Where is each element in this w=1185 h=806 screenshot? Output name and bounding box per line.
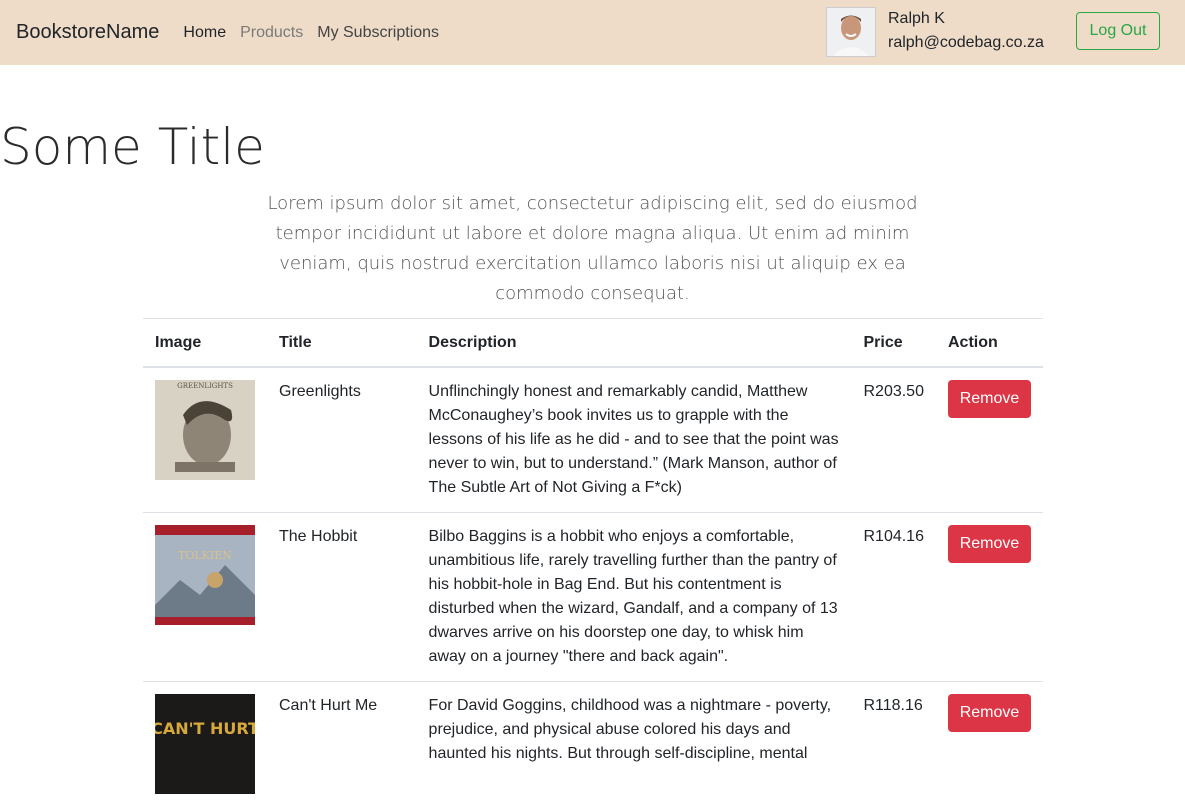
book-description: For David Goggins, childhood was a night… bbox=[417, 682, 852, 806]
svg-text:GREENLIGHTS: GREENLIGHTS bbox=[177, 382, 233, 390]
remove-button[interactable]: Remove bbox=[948, 380, 1031, 418]
subscriptions-table: Image Title Description Price Action bbox=[143, 318, 1043, 806]
book-cover-cant-hurt-me: CAN'T HURT bbox=[155, 694, 255, 794]
nav-my-subscriptions[interactable]: My Subscriptions bbox=[317, 24, 439, 42]
nav-home[interactable]: Home bbox=[183, 24, 226, 42]
book-title: The Hobbit bbox=[267, 513, 417, 682]
header-title: Title bbox=[267, 319, 417, 368]
user-profile: Ralph K ralph@codebag.co.za bbox=[826, 7, 1044, 57]
avatar bbox=[826, 7, 876, 57]
table-row: TOLKIEN The Hobbit Bilbo Baggins is a ho… bbox=[143, 513, 1043, 682]
user-name: Ralph K bbox=[888, 7, 1044, 31]
table-row: CAN'T HURT Can't Hurt Me For David Goggi… bbox=[143, 682, 1043, 806]
book-price: R104.16 bbox=[851, 513, 936, 682]
brand-logo[interactable]: BookstoreName bbox=[16, 21, 159, 44]
table-row: GREENLIGHTS Greenlights Unflinchingly ho… bbox=[143, 367, 1043, 513]
page-title: Some Title bbox=[0, 118, 1185, 176]
remove-button[interactable]: Remove bbox=[948, 694, 1031, 732]
book-cover-the-hobbit: TOLKIEN bbox=[155, 525, 255, 625]
header-description: Description bbox=[417, 319, 852, 368]
header-action: Action bbox=[936, 319, 1043, 368]
header-image: Image bbox=[143, 319, 267, 368]
book-price: R118.16 bbox=[851, 682, 936, 806]
page-intro-text: Lorem ipsum dolor sit amet, consectetur … bbox=[250, 189, 935, 309]
book-title: Greenlights bbox=[267, 367, 417, 513]
log-out-button[interactable]: Log Out bbox=[1076, 12, 1160, 50]
book-description: Unflinchingly honest and remarkably cand… bbox=[417, 367, 852, 513]
svg-text:CAN'T HURT: CAN'T HURT bbox=[155, 719, 255, 738]
top-navbar: BookstoreName Home Products My Subscript… bbox=[0, 0, 1185, 65]
remove-button[interactable]: Remove bbox=[948, 525, 1031, 563]
book-price: R203.50 bbox=[851, 367, 936, 513]
header-price: Price bbox=[851, 319, 936, 368]
nav-products[interactable]: Products bbox=[240, 24, 303, 42]
svg-text:TOLKIEN: TOLKIEN bbox=[178, 549, 232, 562]
user-email: ralph@codebag.co.za bbox=[888, 31, 1044, 55]
book-cover-greenlights: GREENLIGHTS bbox=[155, 380, 255, 480]
book-title: Can't Hurt Me bbox=[267, 682, 417, 806]
book-description: Bilbo Baggins is a hobbit who enjoys a c… bbox=[417, 513, 852, 682]
